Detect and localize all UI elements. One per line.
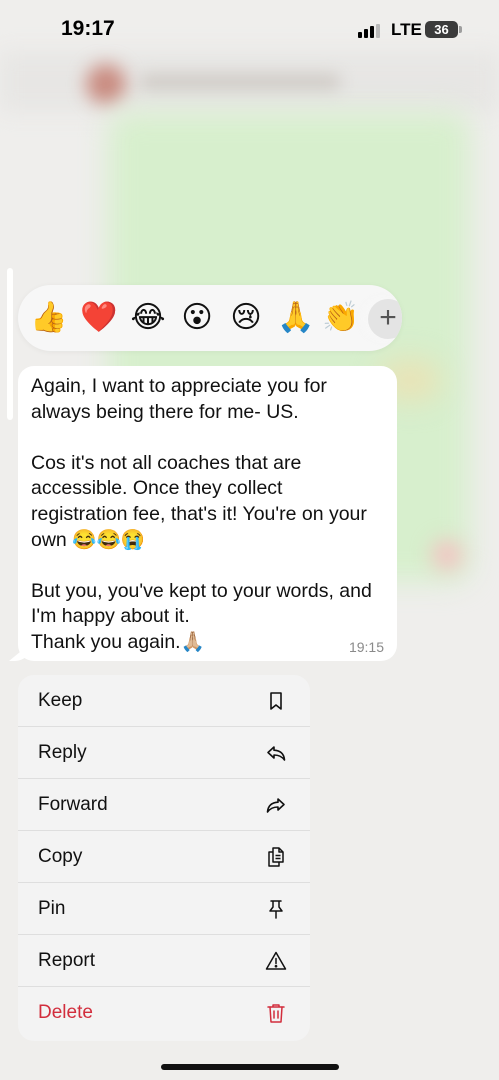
- message-timestamp: 19:15: [348, 639, 384, 655]
- message-line: own 😂😂😭: [31, 528, 146, 551]
- status-bar: 19:17 LTE 36: [0, 0, 499, 56]
- menu-item-delete[interactable]: Delete: [18, 987, 310, 1039]
- message-line: Cos it's not all coaches that are: [31, 451, 302, 474]
- battery-tip: [459, 26, 462, 33]
- message-line: accessible. Once they collect: [31, 477, 283, 500]
- message-line: Thank you again.🙏🏼: [31, 630, 205, 653]
- pin-icon: [269, 900, 283, 919]
- blurred-contact-name: [140, 74, 340, 90]
- face-with-tears-of-joy-icon[interactable]: 😂: [129, 299, 167, 337]
- menu-item-report[interactable]: Report: [18, 935, 310, 987]
- plus-icon[interactable]: +: [368, 299, 402, 339]
- warning-icon: [265, 951, 287, 970]
- menu-item-label: Report: [38, 950, 96, 971]
- message-line: always being there for me- US.: [31, 400, 299, 423]
- menu-item-copy[interactable]: Copy: [18, 831, 310, 883]
- status-time: 19:17: [61, 17, 115, 40]
- network-type: LTE: [391, 20, 422, 39]
- scroll-indicator[interactable]: [7, 268, 13, 420]
- folded-hands-icon[interactable]: 🙏: [277, 299, 315, 337]
- message-line: [31, 553, 391, 579]
- crying-face-icon[interactable]: 😢: [227, 299, 265, 337]
- menu-item-forward[interactable]: Forward: [18, 779, 310, 831]
- message-line: But you, you've kept to your words, and: [31, 579, 372, 602]
- menu-item-keep[interactable]: Keep: [18, 675, 310, 727]
- menu-item-reply[interactable]: Reply: [18, 727, 310, 779]
- message-context-menu: Keep Reply Forward Copy Pin Report Delet…: [18, 675, 310, 1041]
- cellular-signal-icon: [358, 24, 382, 38]
- thumbs-up-icon[interactable]: 👍: [30, 299, 68, 337]
- message-line: Again, I want to appreciate you for: [31, 375, 327, 397]
- forward-icon: [266, 798, 285, 813]
- blurred-badge: [432, 540, 462, 570]
- red-heart-icon[interactable]: ❤️: [80, 299, 118, 337]
- message-text: Again, I want to appreciate you for alwa…: [31, 374, 391, 656]
- menu-item-label: Forward: [38, 794, 108, 815]
- bookmark-icon: [270, 692, 282, 710]
- battery-level: 36: [434, 22, 449, 37]
- blurred-avatar: [86, 64, 126, 104]
- face-with-open-mouth-icon[interactable]: 😮: [178, 299, 216, 337]
- home-indicator[interactable]: [161, 1064, 339, 1070]
- reply-icon: [267, 746, 286, 761]
- menu-item-label: Delete: [38, 1002, 93, 1023]
- trash-icon: [267, 1004, 285, 1023]
- menu-item-label: Copy: [38, 846, 83, 867]
- menu-item-label: Pin: [38, 898, 66, 919]
- menu-item-label: Reply: [38, 742, 87, 763]
- copy-icon: [268, 847, 284, 867]
- message-bubble[interactable]: Again, I want to appreciate you for alwa…: [18, 366, 397, 661]
- message-line: [31, 425, 391, 451]
- message-line: registration fee, that's it! You're on y…: [31, 502, 367, 525]
- clapping-hands-icon[interactable]: 👏: [322, 299, 360, 337]
- menu-item-label: Keep: [38, 690, 83, 711]
- menu-item-pin[interactable]: Pin: [18, 883, 310, 935]
- battery-icon: 36: [425, 21, 458, 38]
- message-line: I'm happy about it.: [31, 605, 190, 628]
- reaction-bar: 👍 ❤️ 😂 😮 😢 🙏 👏 +: [18, 285, 402, 351]
